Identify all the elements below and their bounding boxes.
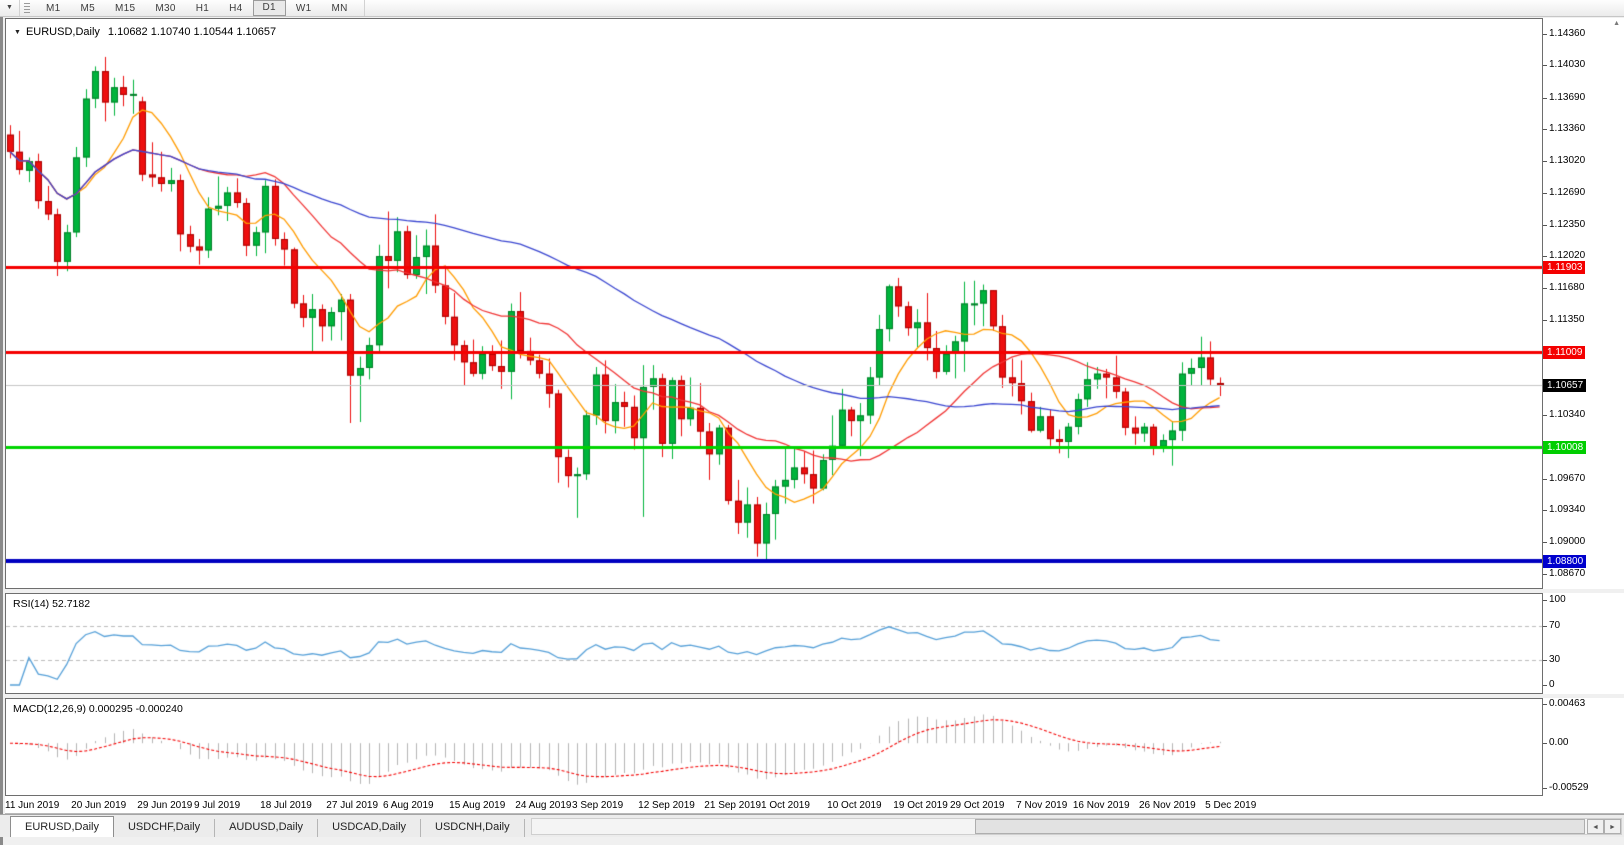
price-tick: 1.08670	[1549, 568, 1585, 579]
price-tick: 1.14360	[1549, 28, 1585, 39]
macd-axis: 0.00463 0.00 -0.00529	[1543, 698, 1624, 796]
date-tick-label: 21 Sep 2019	[704, 800, 761, 811]
price-tick: 1.09340	[1549, 504, 1585, 515]
price-line-label: 1.08800	[1543, 555, 1586, 568]
date-tick-label: 1 Oct 2019	[761, 800, 810, 811]
axis-scroll-arrow-icon[interactable]: ▲	[1613, 20, 1620, 27]
chart-tab-usdcnh[interactable]: USDCNH,Daily	[421, 819, 525, 837]
date-tick-label: 27 Jul 2019	[326, 800, 378, 811]
rsi-indicator-label: RSI(14) 52.7182	[13, 598, 90, 610]
rsi-indicator-pane[interactable]: RSI(14) 52.7182	[5, 593, 1543, 694]
chart-tab-usdchf[interactable]: USDCHF,Daily	[114, 819, 215, 837]
chart-collapse-icon[interactable]: ▼	[14, 29, 21, 36]
horizontal-scrollbar[interactable]: ◄ ►	[531, 818, 1622, 835]
timeframe-button-m15[interactable]: M15	[105, 1, 145, 16]
scrollbar-left-arrow[interactable]: ◄	[1587, 819, 1604, 834]
timeframe-button-mn[interactable]: MN	[322, 1, 358, 16]
price-line-label: 1.11009	[1543, 346, 1585, 359]
timeframe-button-d1[interactable]: D1	[253, 0, 286, 16]
date-tick-label: 16 Nov 2019	[1073, 800, 1130, 811]
price-line-label: 1.11903	[1543, 261, 1585, 274]
price-tick: 1.09670	[1549, 473, 1585, 484]
scrollbar-thumb[interactable]	[975, 819, 1585, 834]
price-tick: 1.13020	[1549, 155, 1585, 166]
macd-chart-canvas[interactable]	[6, 699, 1542, 795]
date-axis: 11 Jun 2019 20 Jun 2019 29 Jun 20199 Jul 2…	[5, 796, 1624, 814]
toolbar-grip-handle[interactable]	[24, 3, 30, 14]
price-tick: 1.13690	[1549, 92, 1585, 103]
rsi-tick: 0	[1549, 679, 1555, 690]
rsi-tick: 70	[1549, 620, 1560, 631]
rsi-tick: 30	[1549, 654, 1560, 665]
timeframe-button-m1[interactable]: M1	[36, 1, 71, 16]
chart-ohlc-values: 1.10682 1.10740 1.10544 1.10657	[108, 26, 276, 38]
date-tick-label: 10 Oct 2019	[827, 800, 881, 811]
timeframe-button-w1[interactable]: W1	[286, 1, 322, 16]
macd-tick: -0.00529	[1549, 782, 1588, 793]
date-tick-label: 15 Aug 2019	[449, 800, 505, 811]
date-tick-label: 26 Nov 2019	[1139, 800, 1196, 811]
chart-tab-eurusd[interactable]: EURUSD,Daily	[10, 816, 114, 837]
macd-tick: 0.00	[1549, 737, 1568, 748]
scrollbar-right-arrow[interactable]: ►	[1604, 819, 1621, 834]
chart-tabs: EURUSD,DailyUSDCHF,DailyAUDUSD,DailyUSDC…	[11, 816, 525, 837]
date-tick-label: 9 Jul 2019	[194, 800, 240, 811]
candlestick-chart-canvas[interactable]	[6, 19, 1542, 588]
chart-list-dropdown-button[interactable]: ▼	[0, 0, 20, 16]
date-tick-label: 3 Sep 2019	[572, 800, 623, 811]
timeframes-toolbar: ▼ M1M5M15M30H1H4D1W1MN	[0, 0, 1624, 17]
macd-tick: 0.00463	[1549, 698, 1585, 709]
timeframe-button-h1[interactable]: H1	[186, 1, 219, 16]
rsi-axis: 100 70 30 0	[1543, 593, 1624, 694]
price-tick: 1.12690	[1549, 187, 1585, 198]
date-tick-label: 5 Dec 2019	[1205, 800, 1256, 811]
chart-symbol-label: EURUSD,Daily	[26, 26, 100, 38]
price-tick: 1.11350	[1549, 314, 1584, 325]
timeframe-button-m30[interactable]: M30	[145, 1, 185, 16]
chart-tab-usdcad[interactable]: USDCAD,Daily	[318, 819, 421, 837]
price-line-label: 1.10008	[1543, 441, 1586, 454]
date-tick-label: 19 Oct 2019	[893, 800, 947, 811]
rsi-chart-canvas[interactable]	[6, 594, 1542, 693]
date-tick-label: 18 Jul 2019	[260, 800, 312, 811]
macd-indicator-pane[interactable]: MACD(12,26,9) 0.000295 -0.000240	[5, 698, 1543, 796]
timeframe-button-h4[interactable]: H4	[219, 1, 252, 16]
price-line-label: 1.10657	[1543, 379, 1586, 392]
date-tick-label: 29 Oct 2019	[950, 800, 1004, 811]
price-tick: 1.11680	[1549, 282, 1584, 293]
date-tick-label: 6 Aug 2019	[383, 800, 434, 811]
price-tick: 1.10340	[1549, 409, 1585, 420]
price-tick: 1.09000	[1549, 536, 1585, 547]
price-tick: 1.12350	[1549, 219, 1585, 230]
chart-tab-audusd[interactable]: AUDUSD,Daily	[215, 819, 318, 837]
price-axis: ▲ 1.14360 1.14030 1.13690 1.13360 1.13020 1.1…	[1543, 18, 1624, 589]
mt4-window: ▼ M1M5M15M30H1H4D1W1MN ▼ EURUSD,Daily 1.10…	[0, 0, 1624, 845]
price-tick: 1.13360	[1549, 123, 1585, 134]
date-tick-label: 20 Jun 2019	[71, 800, 126, 811]
macd-indicator-label: MACD(12,26,9) 0.000295 -0.000240	[13, 703, 183, 715]
date-tick-label: 7 Nov 2019	[1016, 800, 1067, 811]
timeframe-buttons: M1M5M15M30H1H4D1W1MN	[36, 0, 365, 16]
rsi-tick: 100	[1549, 594, 1566, 605]
date-tick-label: 12 Sep 2019	[638, 800, 695, 811]
chart-tab-bar: EURUSD,DailyUSDCHF,DailyAUDUSD,DailyUSDC…	[0, 814, 1624, 837]
price-tick: 1.14030	[1549, 59, 1585, 70]
dropdown-arrow-icon: ▼	[6, 4, 13, 11]
chart-header: ▼ EURUSD,Daily 1.10682 1.10740 1.10544 1.1…	[14, 26, 276, 38]
price-chart-pane[interactable]: ▼ EURUSD,Daily 1.10682 1.10740 1.10544 1.1…	[5, 18, 1543, 589]
date-tick-label: 29 Jun 2019	[137, 800, 192, 811]
timeframe-button-m5[interactable]: M5	[71, 1, 106, 16]
date-tick-label: 11 Jun 2019	[5, 800, 59, 811]
date-tick-label: 24 Aug 2019	[515, 800, 571, 811]
price-tick: 1.12020	[1549, 250, 1585, 261]
